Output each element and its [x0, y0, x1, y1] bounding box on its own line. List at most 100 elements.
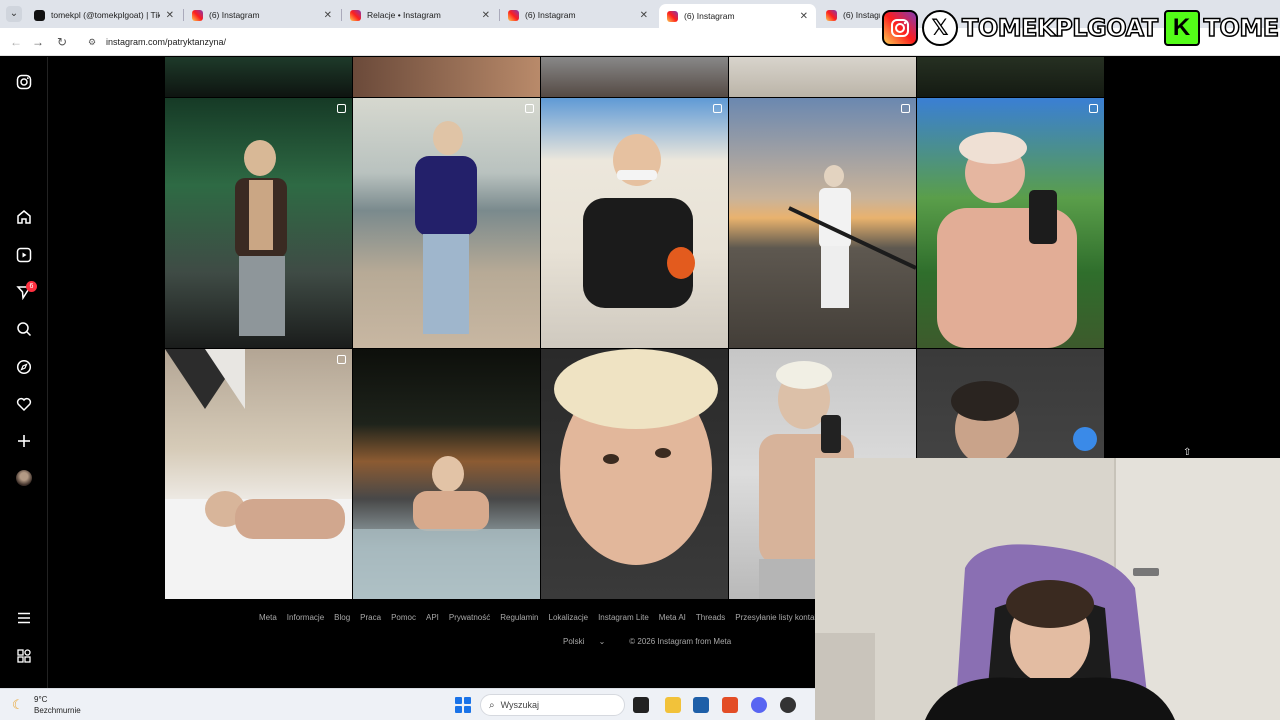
tab-title: Relacje • Instagram [367, 10, 441, 20]
browser-tab[interactable]: tomekpl (@tomekplgoat) | TikT ✕ [26, 4, 182, 26]
back-arrow-icon[interactable]: ← [8, 34, 24, 50]
carousel-icon [525, 104, 534, 113]
footer-link[interactable]: API [426, 613, 439, 622]
close-icon[interactable]: ✕ [324, 10, 332, 21]
footer-link[interactable]: Lokalizacje [549, 613, 589, 622]
footer-bottom: Polski ⌄ © 2026 Instagram from Meta [563, 637, 743, 646]
instagram-icon [350, 9, 361, 21]
post-thumbnail[interactable] [541, 349, 728, 599]
tab-title: (6) Instagram [209, 10, 260, 20]
instagram-icon [826, 9, 837, 21]
footer-link[interactable]: Regulamin [500, 613, 538, 622]
post-thumbnail[interactable] [165, 349, 352, 599]
post-thumbnail[interactable] [165, 98, 352, 348]
windows-start-icon[interactable] [455, 697, 471, 713]
footer-link[interactable]: Prywatność [449, 613, 490, 622]
post-thumbnail[interactable] [353, 57, 540, 97]
instagram-logo-icon[interactable] [14, 72, 34, 92]
discord-icon[interactable] [751, 697, 767, 713]
instagram-icon [667, 10, 678, 22]
search-icon[interactable] [14, 319, 34, 339]
scroll-up-icon[interactable]: ⇧ [1183, 447, 1191, 458]
carousel-icon [337, 104, 346, 113]
tab-title: tomekpl (@tomekplgoat) | TikT [51, 10, 160, 20]
instagram-icon [192, 9, 203, 21]
explore-icon[interactable] [14, 357, 34, 377]
post-thumbnail[interactable] [917, 98, 1104, 348]
search-placeholder: Wyszukaj [500, 700, 540, 710]
create-plus-icon[interactable] [14, 431, 34, 451]
taskbar-search[interactable]: ⌕ Wyszukaj [480, 694, 625, 716]
post-thumbnail[interactable] [353, 349, 540, 599]
profile-avatar[interactable] [16, 470, 32, 486]
footer-link[interactable]: Pomoc [391, 613, 416, 622]
footer-link[interactable]: Meta [259, 613, 277, 622]
kick-logo-icon: K [1163, 10, 1200, 46]
post-thumbnail[interactable] [541, 57, 728, 97]
post-thumbnail[interactable] [729, 98, 916, 348]
post-thumbnail[interactable] [729, 57, 916, 97]
menu-icon[interactable] [14, 608, 34, 628]
language-select[interactable]: Polski ⌄ [563, 637, 617, 646]
streamer-webcam [815, 458, 1280, 720]
carousel-icon [1089, 104, 1098, 113]
windows-taskbar: ☾ 9°C Bezchmurnie ⌕ Wyszukaj [0, 688, 815, 720]
browser-tab[interactable]: (6) Instagram ✕ [184, 4, 340, 26]
tab-search-button[interactable]: ⌄ [6, 6, 22, 22]
instagram-icon [882, 10, 918, 46]
reload-icon[interactable]: ↻ [54, 34, 70, 50]
tiktok-icon [34, 9, 45, 21]
close-icon[interactable]: ✕ [482, 10, 490, 21]
carousel-icon [713, 104, 722, 113]
address-bar[interactable]: ⚙ instagram.com/patryktanzyna/ [80, 31, 880, 53]
post-thumbnail[interactable] [353, 98, 540, 348]
footer-links: Meta Informacje Blog Praca Pomoc API Pry… [259, 613, 828, 622]
browser-tab-active[interactable]: (6) Instagram ✕ [659, 4, 816, 28]
footer-link[interactable]: Przesyłanie listy kontak [735, 613, 818, 622]
reels-icon[interactable] [14, 245, 34, 265]
post-thumbnail[interactable] [165, 57, 352, 97]
chevron-down-icon: ⌄ [598, 637, 606, 646]
task-view-icon[interactable] [633, 697, 649, 713]
site-info-icon[interactable]: ⚙ [86, 36, 98, 48]
close-icon[interactable]: ✕ [800, 11, 808, 22]
messages-badge: 6 [26, 281, 37, 292]
post-thumbnail[interactable] [541, 98, 728, 348]
tab-title: (6) Instagram [525, 10, 576, 20]
more-apps-icon[interactable] [14, 646, 34, 666]
copyright-text: © 2026 Instagram from Meta [629, 637, 732, 646]
close-icon[interactable]: ✕ [166, 10, 174, 21]
brave-browser-icon[interactable] [722, 697, 738, 713]
weather-widget[interactable]: ☾ 9°C Bezchmurnie [12, 694, 81, 716]
obs-icon[interactable] [780, 697, 796, 713]
footer-link[interactable]: Meta AI [659, 613, 686, 622]
browser-tab[interactable]: (6) Instagram ✕ [500, 4, 656, 26]
home-icon[interactable] [14, 207, 34, 227]
url-text: instagram.com/patryktanzyna/ [106, 37, 227, 47]
kick-handle: TOMEKPL [1203, 13, 1280, 43]
carousel-icon [337, 355, 346, 364]
tab-title: (6) Instagram [684, 11, 735, 21]
footer-link[interactable]: Informacje [287, 613, 324, 622]
footer-link[interactable]: Instagram Lite [598, 613, 649, 622]
moon-icon: ☾ [12, 697, 24, 712]
browser-tab[interactable]: Relacje • Instagram ✕ [342, 4, 498, 26]
tab-title: (6) Instagram [843, 10, 880, 20]
footer-link[interactable]: Threads [696, 613, 725, 622]
instagram-icon [508, 9, 519, 21]
weather-desc: Bezchmurnie [34, 706, 81, 715]
post-thumbnail[interactable] [917, 57, 1104, 97]
instagram-sidebar: 6 [0, 57, 48, 688]
notifications-heart-icon[interactable] [14, 394, 34, 414]
x-logo-icon: 𝕏 [922, 10, 958, 46]
browser-tab[interactable]: (6) Instagram [818, 4, 888, 26]
carousel-icon [901, 104, 910, 113]
search-icon: ⌕ [489, 699, 495, 711]
footer-link[interactable]: Praca [360, 613, 381, 622]
stream-socials-overlay: 𝕏 TOMEKPLGOAT K TOMEKPL [882, 8, 1280, 48]
file-explorer-icon[interactable] [665, 697, 681, 713]
close-icon[interactable]: ✕ [640, 10, 648, 21]
footer-link[interactable]: Blog [334, 613, 350, 622]
store-icon[interactable] [693, 697, 709, 713]
forward-arrow-icon[interactable]: → [30, 34, 46, 50]
